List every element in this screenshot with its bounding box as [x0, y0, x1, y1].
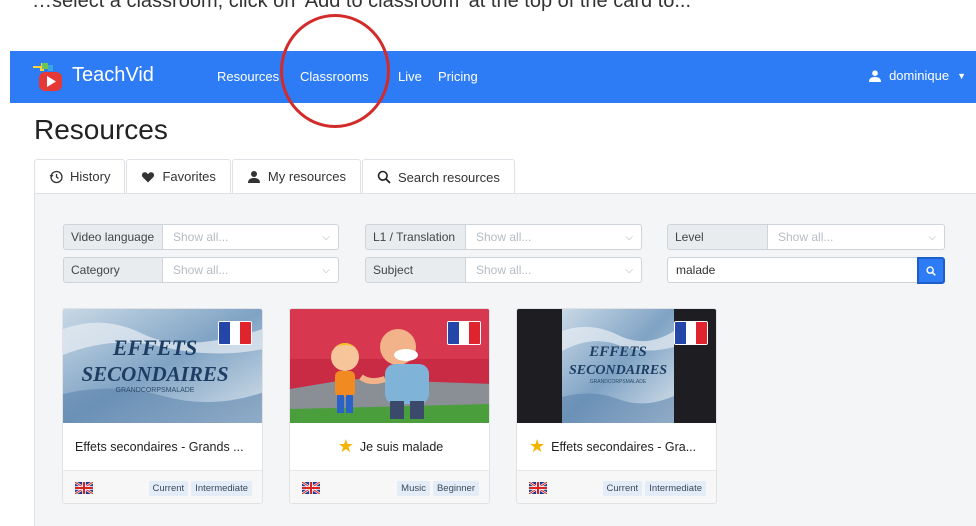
- tag-badge: Beginner: [432, 480, 479, 496]
- resource-tabs: History Favorites My resources Search re…: [34, 159, 516, 194]
- card-title-text: Effets secondaires - Grands ...: [75, 439, 244, 454]
- navbar: TeachVid Resources Classrooms Live Prici…: [10, 51, 976, 103]
- thumb-text-line-2: SECONDAIRES: [81, 362, 228, 386]
- teachvid-logo-icon[interactable]: [30, 60, 64, 94]
- card-footer: Current Intermediate: [63, 471, 262, 503]
- card-title[interactable]: ★ Je suis malade: [290, 423, 489, 471]
- uk-flag-icon: [75, 482, 93, 494]
- user-menu[interactable]: dominique ▼: [869, 68, 966, 83]
- heart-icon: [142, 171, 155, 182]
- nav-resources[interactable]: Resources: [217, 69, 279, 84]
- card-tags: Music Beginner: [397, 480, 479, 496]
- category-value: Show all...: [173, 263, 229, 277]
- page-title: Resources: [34, 114, 168, 145]
- search-icon: [926, 265, 936, 276]
- history-icon: [49, 170, 63, 183]
- user-icon: [869, 69, 882, 82]
- uk-flag-icon: [529, 482, 547, 494]
- card-footer: Current Intermediate: [517, 471, 716, 503]
- tab-search-resources[interactable]: Search resources: [361, 159, 515, 194]
- card-title[interactable]: Effets secondaires - Grands ...: [63, 423, 262, 471]
- translation-value: Show all...: [476, 230, 532, 244]
- category-select[interactable]: Show all... ⌵: [163, 257, 339, 283]
- tab-history-label: History: [70, 169, 111, 184]
- chevron-down-icon: ⌵: [625, 231, 633, 243]
- card-tags: Current Intermediate: [148, 480, 252, 496]
- french-flag-icon: [447, 321, 481, 345]
- tab-my-resources-label: My resources: [267, 169, 346, 184]
- nav-pricing[interactable]: Pricing: [438, 69, 478, 84]
- resource-card[interactable]: EFFETS SECONDAIRES GRANDCORPSMALADE Effe…: [62, 308, 263, 504]
- tag-badge: Current: [148, 480, 189, 496]
- translation-filter[interactable]: L1 / Translation Show all... ⌵: [365, 224, 642, 250]
- level-filter[interactable]: Level Show all... ⌵: [667, 224, 945, 250]
- subject-filter[interactable]: Subject Show all... ⌵: [365, 257, 642, 283]
- card-tags: Current Intermediate: [602, 480, 706, 496]
- thumb-text-line-3: GRANDCORPSMALADE: [116, 387, 195, 394]
- resource-card[interactable]: ★ Je suis malade Music Beginner: [289, 308, 490, 504]
- chevron-down-icon: ⌵: [625, 264, 633, 276]
- thumb-text-line-3: GRANDCORPSMALADE: [590, 379, 647, 385]
- translation-label: L1 / Translation: [365, 224, 466, 250]
- search-icon: [377, 170, 391, 184]
- category-filter[interactable]: Category Show all... ⌵: [63, 257, 339, 283]
- chevron-down-icon: ⌵: [322, 264, 330, 276]
- card-title-text: Effets secondaires - Gra...: [551, 439, 697, 454]
- brand-name[interactable]: TeachVid: [72, 64, 154, 87]
- card-footer: Music Beginner: [290, 471, 489, 503]
- resource-card[interactable]: EFFETS SECONDAIRES GRANDCORPSMALADE ★ Eff…: [516, 308, 717, 504]
- tab-history[interactable]: History: [34, 159, 126, 193]
- video-thumbnail[interactable]: [290, 309, 489, 423]
- card-title[interactable]: ★ Effets secondaires - Gra...: [517, 423, 716, 471]
- tag-badge: Intermediate: [191, 480, 252, 496]
- tab-favorites[interactable]: Favorites: [126, 159, 231, 193]
- french-flag-icon: [218, 321, 252, 345]
- video-language-value: Show all...: [173, 230, 229, 244]
- tab-my-resources[interactable]: My resources: [231, 159, 361, 193]
- thumb-text-line-2: SECONDAIRES: [569, 363, 667, 378]
- star-icon[interactable]: ★: [529, 436, 545, 457]
- video-language-select[interactable]: Show all... ⌵: [163, 224, 339, 250]
- thumb-text-line-1: EFFETS: [112, 335, 197, 360]
- username: dominique: [889, 68, 950, 83]
- card-title-text: Je suis malade: [359, 439, 444, 454]
- chevron-down-icon: ⌵: [322, 231, 330, 243]
- chevron-down-icon: ⌵: [928, 231, 936, 243]
- search-input[interactable]: malade: [667, 257, 918, 283]
- subject-label: Subject: [365, 257, 466, 283]
- video-language-filter[interactable]: Video language Show all... ⌵: [63, 224, 339, 250]
- tab-favorites-label: Favorites: [162, 169, 216, 184]
- tutorial-caption: …select a classroom, click on 'Add to cl…: [32, 0, 692, 12]
- subject-value: Show all...: [476, 263, 532, 277]
- video-thumbnail[interactable]: EFFETS SECONDAIRES GRANDCORPSMALADE: [63, 309, 262, 423]
- search-button[interactable]: [917, 257, 945, 284]
- video-language-label: Video language: [63, 224, 163, 250]
- level-value: Show all...: [778, 230, 834, 244]
- subject-select[interactable]: Show all... ⌵: [466, 257, 642, 283]
- person-icon: [247, 170, 260, 183]
- level-select[interactable]: Show all... ⌵: [768, 224, 945, 250]
- thumb-text-line-1: EFFETS: [588, 344, 647, 360]
- nav-live[interactable]: Live: [398, 69, 422, 84]
- tag-badge: Current: [602, 480, 643, 496]
- category-label: Category: [63, 257, 163, 283]
- french-flag-icon: [674, 321, 708, 345]
- tab-search-resources-label: Search resources: [397, 169, 500, 185]
- level-label: Level: [667, 224, 768, 250]
- highlight-annotation: [280, 14, 390, 128]
- star-icon[interactable]: ★: [338, 436, 354, 457]
- chevron-down-icon: ▼: [957, 70, 966, 81]
- tag-badge: Intermediate: [645, 480, 706, 496]
- translation-select[interactable]: Show all... ⌵: [466, 224, 642, 250]
- tag-badge: Music: [397, 480, 430, 496]
- uk-flag-icon: [302, 482, 320, 494]
- video-thumbnail[interactable]: EFFETS SECONDAIRES GRANDCORPSMALADE: [517, 309, 716, 423]
